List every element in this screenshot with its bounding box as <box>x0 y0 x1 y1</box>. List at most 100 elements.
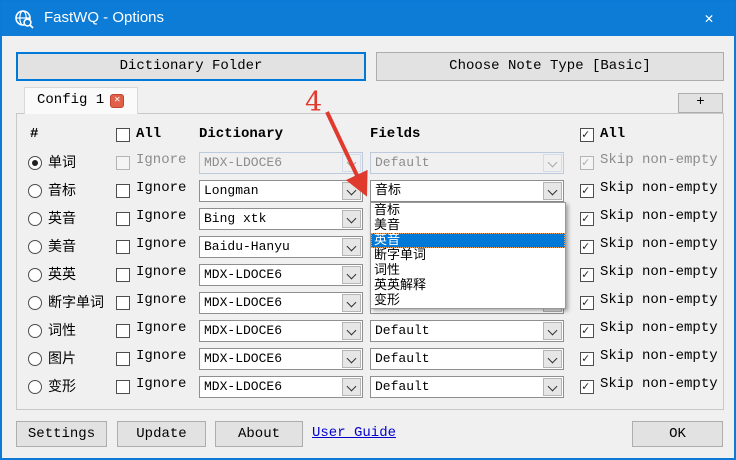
dictionary-folder-button[interactable]: Dictionary Folder <box>16 52 366 81</box>
ignore-label: Ignore <box>136 180 186 196</box>
table-row: 断字单词 Ignore MDX-LDOCE6 Default Skip non-… <box>2 292 736 314</box>
ignore-checkbox[interactable] <box>116 268 130 282</box>
ignore-label: Ignore <box>136 348 186 364</box>
skip-checkbox[interactable] <box>580 296 594 310</box>
column-header-all-right: All <box>600 126 625 146</box>
column-header-dictionary: Dictionary <box>199 126 283 146</box>
tab-label: Config 1 <box>37 92 104 108</box>
user-guide-link[interactable]: User Guide <box>312 425 396 441</box>
skip-checkbox[interactable] <box>580 352 594 366</box>
tab-config-1[interactable]: Config 1 ✕ <box>24 87 138 114</box>
ignore-checkbox[interactable] <box>116 184 130 198</box>
skip-checkbox[interactable] <box>580 184 594 198</box>
window-title: FastWQ - Options <box>44 9 164 26</box>
table-row: 图片 Ignore MDX-LDOCE6 Default Skip non-em… <box>2 348 736 370</box>
add-config-tab-button[interactable]: + <box>678 93 723 113</box>
dictionary-select[interactable]: MDX-LDOCE6 <box>199 320 363 342</box>
us-audio-radio[interactable] <box>28 240 42 254</box>
table-row: 英英 Ignore MDX-LDOCE6 Default Skip non-em… <box>2 264 736 286</box>
phonetic-radio[interactable] <box>28 184 42 198</box>
dictionary-select[interactable]: MDX-LDOCE6 <box>199 264 363 286</box>
en-en-radio[interactable] <box>28 268 42 282</box>
pos-radio[interactable] <box>28 324 42 338</box>
fields-select[interactable]: Default <box>370 348 564 370</box>
ok-button[interactable]: OK <box>632 421 723 447</box>
dropdown-option[interactable]: 词性 <box>371 263 565 278</box>
ignore-label: Ignore <box>136 152 186 168</box>
dictionary-select[interactable]: MDX-LDOCE6 <box>199 292 363 314</box>
chevron-down-icon[interactable] <box>342 378 361 396</box>
word-radio[interactable] <box>28 156 42 170</box>
ignore-checkbox[interactable] <box>116 380 130 394</box>
tab-close-icon[interactable]: ✕ <box>110 94 124 108</box>
chevron-down-icon[interactable] <box>342 266 361 284</box>
ignore-label: Ignore <box>136 292 186 308</box>
settings-button[interactable]: Settings <box>16 421 107 447</box>
skip-checkbox[interactable] <box>580 380 594 394</box>
skip-checkbox[interactable] <box>580 212 594 226</box>
dropdown-option[interactable]: 音标 <box>371 203 565 218</box>
skip-label: Skip non-empty <box>600 292 718 308</box>
skip-checkbox[interactable] <box>580 240 594 254</box>
row-label: 美音 <box>48 236 76 256</box>
dropdown-option-selected[interactable]: 英音 <box>371 233 565 248</box>
hyphenation-radio[interactable] <box>28 296 42 310</box>
all-skip-checkbox[interactable] <box>580 128 594 142</box>
about-button[interactable]: About <box>215 421 303 447</box>
chevron-down-icon <box>543 154 562 172</box>
update-button[interactable]: Update <box>117 421 206 447</box>
skip-label: Skip non-empty <box>600 152 718 168</box>
table-row: 英音 Ignore Bing xtk Default Skip non-empt… <box>2 208 736 230</box>
fields-select-open[interactable]: 音标 <box>370 180 564 202</box>
chevron-down-icon[interactable] <box>342 182 361 200</box>
ignore-label: Ignore <box>136 264 186 280</box>
fields-dropdown-list: 音标 美音 英音 断字单词 词性 英英解释 变形 <box>370 202 566 309</box>
image-radio[interactable] <box>28 352 42 366</box>
table-row: 音标 Ignore Longman 音标 Skip non-empty <box>2 180 736 202</box>
chevron-down-icon[interactable] <box>543 322 562 340</box>
skip-label: Skip non-empty <box>600 348 718 364</box>
chevron-down-icon[interactable] <box>342 210 361 228</box>
title-bar[interactable]: FastWQ - Options ✕ <box>2 2 734 36</box>
dictionary-select[interactable]: MDX-LDOCE6 <box>199 376 363 398</box>
ignore-checkbox[interactable] <box>116 352 130 366</box>
row-label: 音标 <box>48 180 76 200</box>
dictionary-select[interactable]: Longman <box>199 180 363 202</box>
choose-note-type-button[interactable]: Choose Note Type [Basic] <box>376 52 724 81</box>
chevron-down-icon[interactable] <box>342 238 361 256</box>
table-row: 美音 Ignore Baidu-Hanyu Default Skip non-e… <box>2 236 736 258</box>
all-ignore-checkbox[interactable] <box>116 128 130 142</box>
ignore-checkbox[interactable] <box>116 324 130 338</box>
ignore-checkbox[interactable] <box>116 296 130 310</box>
ignore-label: Ignore <box>136 376 186 392</box>
inflection-radio[interactable] <box>28 380 42 394</box>
dictionary-select[interactable]: MDX-LDOCE6 <box>199 348 363 370</box>
fields-select[interactable]: Default <box>370 376 564 398</box>
skip-label: Skip non-empty <box>600 320 718 336</box>
row-label: 词性 <box>48 320 76 340</box>
dropdown-option[interactable]: 美音 <box>371 218 565 233</box>
chevron-down-icon[interactable] <box>543 182 562 200</box>
chevron-down-icon[interactable] <box>342 322 361 340</box>
row-label: 英英 <box>48 264 76 284</box>
skip-checkbox[interactable] <box>580 324 594 338</box>
ignore-checkbox[interactable] <box>116 240 130 254</box>
chevron-down-icon[interactable] <box>342 294 361 312</box>
close-window-icon[interactable]: ✕ <box>696 9 722 28</box>
chevron-down-icon[interactable] <box>342 350 361 368</box>
chevron-down-icon[interactable] <box>543 378 562 396</box>
dropdown-option[interactable]: 断字单词 <box>371 248 565 263</box>
uk-audio-radio[interactable] <box>28 212 42 226</box>
ignore-checkbox <box>116 156 130 170</box>
row-label: 图片 <box>48 348 76 368</box>
dictionary-select[interactable]: Baidu-Hanyu <box>199 236 363 258</box>
dropdown-option[interactable]: 变形 <box>371 293 565 308</box>
fields-select[interactable]: Default <box>370 320 564 342</box>
dictionary-select[interactable]: Bing xtk <box>199 208 363 230</box>
ignore-checkbox[interactable] <box>116 212 130 226</box>
skip-checkbox[interactable] <box>580 268 594 282</box>
dropdown-option[interactable]: 英英解释 <box>371 278 565 293</box>
column-header-fields: Fields <box>370 126 420 146</box>
skip-label: Skip non-empty <box>600 264 718 280</box>
chevron-down-icon[interactable] <box>543 350 562 368</box>
